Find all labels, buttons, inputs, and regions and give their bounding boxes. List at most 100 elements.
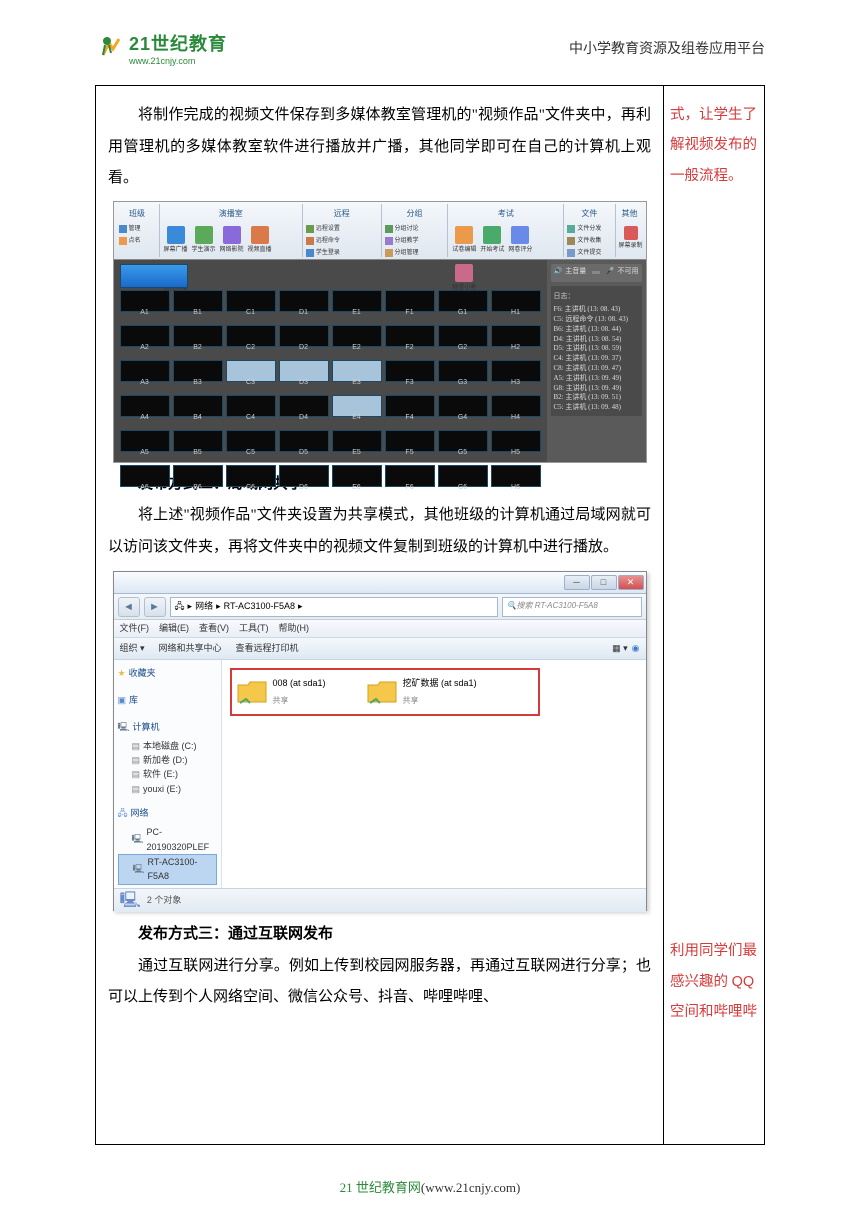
teacher-cell[interactable] [120, 264, 188, 288]
student-cell[interactable]: A1 [120, 290, 170, 312]
sidebar-computer[interactable]: 🖳计算机 [118, 718, 217, 737]
sidebar-drive-c[interactable]: ▤本地磁盘 (C:) [118, 739, 217, 753]
view-icon[interactable]: ▦ ▾ [612, 639, 628, 658]
cinema-button[interactable]: 网络影院 [219, 223, 245, 259]
student-cell[interactable]: H6 [491, 465, 541, 487]
folder-008[interactable]: 008 (at sda1)共享 [236, 674, 326, 710]
group-discuss-button[interactable]: 分组讨论 [385, 223, 425, 235]
student-cell[interactable]: G5 [438, 430, 488, 452]
student-cell[interactable]: H1 [491, 290, 541, 312]
student-cell[interactable]: C3 [226, 360, 276, 382]
student-cell[interactable]: A2 [120, 325, 170, 347]
student-cell[interactable]: A4 [120, 395, 170, 417]
student-cell[interactable]: E4 [332, 395, 382, 417]
sidebar-drive-d[interactable]: ▤新加卷 (D:) [118, 753, 217, 767]
sidebar-pc[interactable]: 🖳PC-20190320PLEF [118, 825, 217, 854]
student-cell[interactable]: G1 [438, 290, 488, 312]
sidebar-drive-e[interactable]: ▤软件 (E:) [118, 767, 217, 781]
manage-button[interactable]: 管理 [119, 223, 159, 235]
student-cell[interactable]: F2 [385, 325, 435, 347]
student-cell[interactable]: G6 [438, 465, 488, 487]
start-exam-button[interactable]: 开始考试 [479, 223, 505, 259]
sidebar-library[interactable]: ▣库 [118, 691, 217, 710]
volume-bar[interactable]: 🔊主音量 🎤不可用 [551, 264, 642, 282]
maximize-button[interactable]: □ [591, 575, 617, 590]
live-button[interactable]: 视频直播 [247, 223, 273, 259]
sidebar-router[interactable]: 🖳RT-AC3100-F5A8 [118, 854, 217, 885]
student-cell[interactable]: D6 [279, 465, 329, 487]
menu-edit[interactable]: 编辑(E) [159, 619, 189, 638]
student-cell[interactable]: E3 [332, 360, 382, 382]
sidebar-drive-youxi[interactable]: ▤youxi (E:) [118, 782, 217, 796]
student-cell[interactable]: F1 [385, 290, 435, 312]
student-cell[interactable]: G3 [438, 360, 488, 382]
student-cell[interactable]: G4 [438, 395, 488, 417]
forward-button[interactable]: ► [144, 597, 166, 617]
back-button[interactable]: ◄ [118, 597, 140, 617]
demo-button[interactable]: 学生演示 [191, 223, 217, 259]
network-center-button[interactable]: 网络和共享中心 [159, 639, 222, 658]
student-cell[interactable]: H5 [491, 430, 541, 452]
score-button[interactable]: 网卷评分 [507, 223, 533, 259]
student-cell[interactable]: A5 [120, 430, 170, 452]
sidebar-network[interactable]: 🖧网络 [118, 804, 217, 823]
student-cell[interactable]: B3 [173, 360, 223, 382]
student-cell[interactable]: C5 [226, 430, 276, 452]
search-input[interactable]: 🔍 搜索 RT-AC3100-F5A8 [502, 597, 642, 617]
student-cell[interactable]: G2 [438, 325, 488, 347]
minimize-button[interactable]: ─ [564, 575, 590, 590]
sidebar-favorites[interactable]: ★收藏夹 [118, 664, 217, 683]
organize-button[interactable]: 组织 ▾ [120, 639, 145, 658]
student-cell[interactable]: D4 [279, 395, 329, 417]
student-cell[interactable]: F4 [385, 395, 435, 417]
menu-view[interactable]: 查看(V) [199, 619, 229, 638]
close-button[interactable]: ✕ [618, 575, 644, 590]
menu-help[interactable]: 帮助(H) [279, 619, 310, 638]
help-icon[interactable]: ◉ [632, 639, 640, 658]
group-manage-button[interactable]: 分组管理 [385, 247, 425, 259]
student-cell[interactable]: H3 [491, 360, 541, 382]
file-dist-button[interactable]: 文件分发 [567, 223, 607, 235]
address-bar[interactable]: 🖧 ▸ 网络 ▸ RT-AC3100-F5A8 ▸ [170, 597, 498, 617]
paper-edit-button[interactable]: 试卷编辑 [451, 223, 477, 259]
toolbar: 班级 管理 点名 演播室 屏幕广播 学生演示 网络影院 视频直播 远程转播 远程 [114, 202, 646, 260]
group-teach-button[interactable]: 分组教学 [385, 235, 425, 247]
student-cell[interactable]: D2 [279, 325, 329, 347]
student-cell[interactable]: C2 [226, 325, 276, 347]
student-cell[interactable]: C4 [226, 395, 276, 417]
file-collect-button[interactable]: 文件收集 [567, 235, 607, 247]
student-cell[interactable]: C1 [226, 290, 276, 312]
folder-mining[interactable]: 挖矿数据 (at sda1)共享 [366, 674, 477, 710]
student-cell[interactable]: H2 [491, 325, 541, 347]
student-cell[interactable]: F3 [385, 360, 435, 382]
menu-file[interactable]: 文件(F) [120, 619, 150, 638]
student-cell[interactable]: D5 [279, 430, 329, 452]
rollcall-button[interactable]: 点名 [119, 235, 159, 247]
student-cell[interactable]: E5 [332, 430, 382, 452]
file-submit-button[interactable]: 文件提交 [567, 247, 607, 259]
student-cell[interactable]: B4 [173, 395, 223, 417]
student-cell[interactable]: A6 [120, 465, 170, 487]
remote-setting-button[interactable]: 远程设置 [306, 223, 346, 235]
side-column: 式，让学生了 解视频发布的 一般流程。 利用同学们最 感兴趣的 QQ 空间和哔哩… [664, 86, 764, 1144]
view-printers-button[interactable]: 查看远程打印机 [236, 639, 299, 658]
record-button[interactable]: 屏幕录制 [619, 223, 643, 254]
student-cell[interactable]: H4 [491, 395, 541, 417]
remote-cmd-button[interactable]: 远程命令 [306, 235, 346, 247]
student-cell[interactable]: B6 [173, 465, 223, 487]
student-cell[interactable]: A3 [120, 360, 170, 382]
student-cell[interactable]: D1 [279, 290, 329, 312]
student-cell[interactable]: C6 [226, 465, 276, 487]
broadcast-button[interactable]: 屏幕广播 [163, 223, 189, 259]
student-cell[interactable]: B5 [173, 430, 223, 452]
student-cell[interactable]: B2 [173, 325, 223, 347]
menu-tools[interactable]: 工具(T) [239, 619, 269, 638]
student-login-button[interactable]: 学生登录 [306, 247, 346, 259]
student-cell[interactable]: E6 [332, 465, 382, 487]
student-cell[interactable]: B1 [173, 290, 223, 312]
student-cell[interactable]: E2 [332, 325, 382, 347]
student-cell[interactable]: D3 [279, 360, 329, 382]
student-cell[interactable]: E1 [332, 290, 382, 312]
student-cell[interactable]: F6 [385, 465, 435, 487]
student-cell[interactable]: F5 [385, 430, 435, 452]
